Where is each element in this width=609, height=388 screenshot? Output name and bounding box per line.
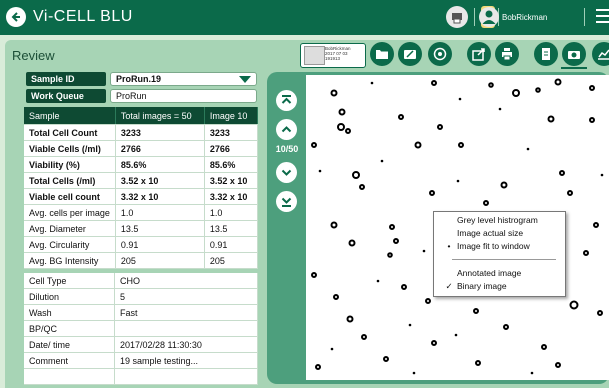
thumbnail-image — [304, 46, 325, 65]
table-header-row: Sample Total images = 50 Image 10 — [24, 107, 259, 125]
table-row: BP/QC — [24, 320, 258, 337]
report-button[interactable] — [534, 42, 558, 66]
edit-signature-button[interactable] — [398, 42, 422, 66]
table-row: Avg. cells per image 1.0 1.0 — [24, 204, 259, 221]
table-row: Cell Type CHO — [24, 273, 258, 289]
camera-button[interactable] — [562, 42, 586, 66]
divider — [584, 8, 585, 26]
divider — [474, 8, 475, 26]
menu-item-annotated-image[interactable]: Annotated image — [457, 268, 521, 279]
menu-item-binary-image[interactable]: ✓ Binary image — [445, 281, 506, 292]
menu-item-image-actual-size[interactable]: Image actual size — [457, 228, 523, 239]
sample-id-value: ProRun.19 — [116, 74, 162, 84]
work-queue-value: ProRun — [116, 91, 147, 101]
back-arrow-icon[interactable] — [6, 7, 26, 27]
settings-circle-button[interactable] — [428, 42, 452, 66]
menu-divider — [452, 259, 556, 260]
open-folder-button[interactable] — [370, 42, 394, 66]
menu-item-grey-level-histogram[interactable]: Grey level histrogram — [457, 215, 538, 226]
export-button[interactable] — [467, 42, 491, 66]
sample-info-table: Cell Type CHO Dilution 5 Wash Fast BP/QC Da… — [24, 273, 258, 385]
previous-image-button[interactable] — [276, 119, 297, 140]
work-queue-label: Work Queue — [26, 89, 106, 103]
chevron-down-icon[interactable] — [239, 76, 251, 83]
menu-item-image-fit-to-window[interactable]: • Image fit to window — [448, 241, 530, 252]
results-table: Sample Total images = 50 Image 10 Total … — [24, 107, 259, 269]
sample-thumbnail[interactable]: BobRickman 2017 07 03 191913 — [300, 43, 366, 68]
image-counter: 10/50 — [275, 144, 299, 154]
image-context-menu: Grey level histrogram Image actual size … — [433, 211, 566, 297]
table-row: Total Cell Count 3233 3233 — [24, 124, 259, 141]
user-avatar-icon[interactable] — [479, 7, 499, 27]
table-row: Comment 19 sample testing... — [24, 352, 258, 369]
table-row: Viable Cells (/ml) 2766 2766 — [24, 140, 259, 157]
column-header: Sample — [24, 107, 116, 125]
table-row: Viable cell count 3.32 x 10 3.32 x 10 — [24, 188, 259, 205]
app-title: Vi-CELL BLU — [33, 8, 133, 25]
column-header: Total images = 50 — [115, 107, 205, 125]
column-header: Image 10 — [204, 107, 259, 125]
thumbnail-time: 191913 — [325, 56, 341, 61]
table-row: Avg. Diameter 13.5 13.5 — [24, 220, 259, 237]
sample-id-label: Sample ID — [26, 72, 106, 86]
sample-id-dropdown[interactable]: ProRun.19 — [110, 72, 257, 86]
printer-status-icon[interactable] — [446, 6, 468, 28]
first-image-button[interactable] — [276, 90, 297, 111]
table-row: Avg. Circularity 0.91 0.91 — [24, 236, 259, 253]
print-button[interactable] — [495, 42, 519, 66]
selected-tab-indicator — [561, 67, 587, 69]
next-image-button[interactable] — [276, 162, 297, 183]
table-row — [24, 368, 258, 385]
user-name[interactable]: BobRickman — [502, 13, 547, 22]
hamburger-menu-icon[interactable] — [596, 9, 609, 25]
chart-button[interactable] — [592, 42, 609, 66]
table-row: Total Cells (/ml) 3.52 x 10 3.52 x 10 — [24, 172, 259, 189]
last-image-button[interactable] — [276, 191, 297, 212]
table-row: Wash Fast — [24, 304, 258, 321]
table-row: Date/ time 2017/02/28 11:30:30 — [24, 336, 258, 353]
table-row: Viability (%) 85.6% 85.6% — [24, 156, 259, 173]
table-row: Dilution 5 — [24, 288, 258, 305]
page-title: Review — [12, 48, 55, 63]
table-row: Avg. BG Intensity 205 205 — [24, 252, 259, 269]
work-queue-field[interactable]: ProRun — [110, 89, 257, 103]
